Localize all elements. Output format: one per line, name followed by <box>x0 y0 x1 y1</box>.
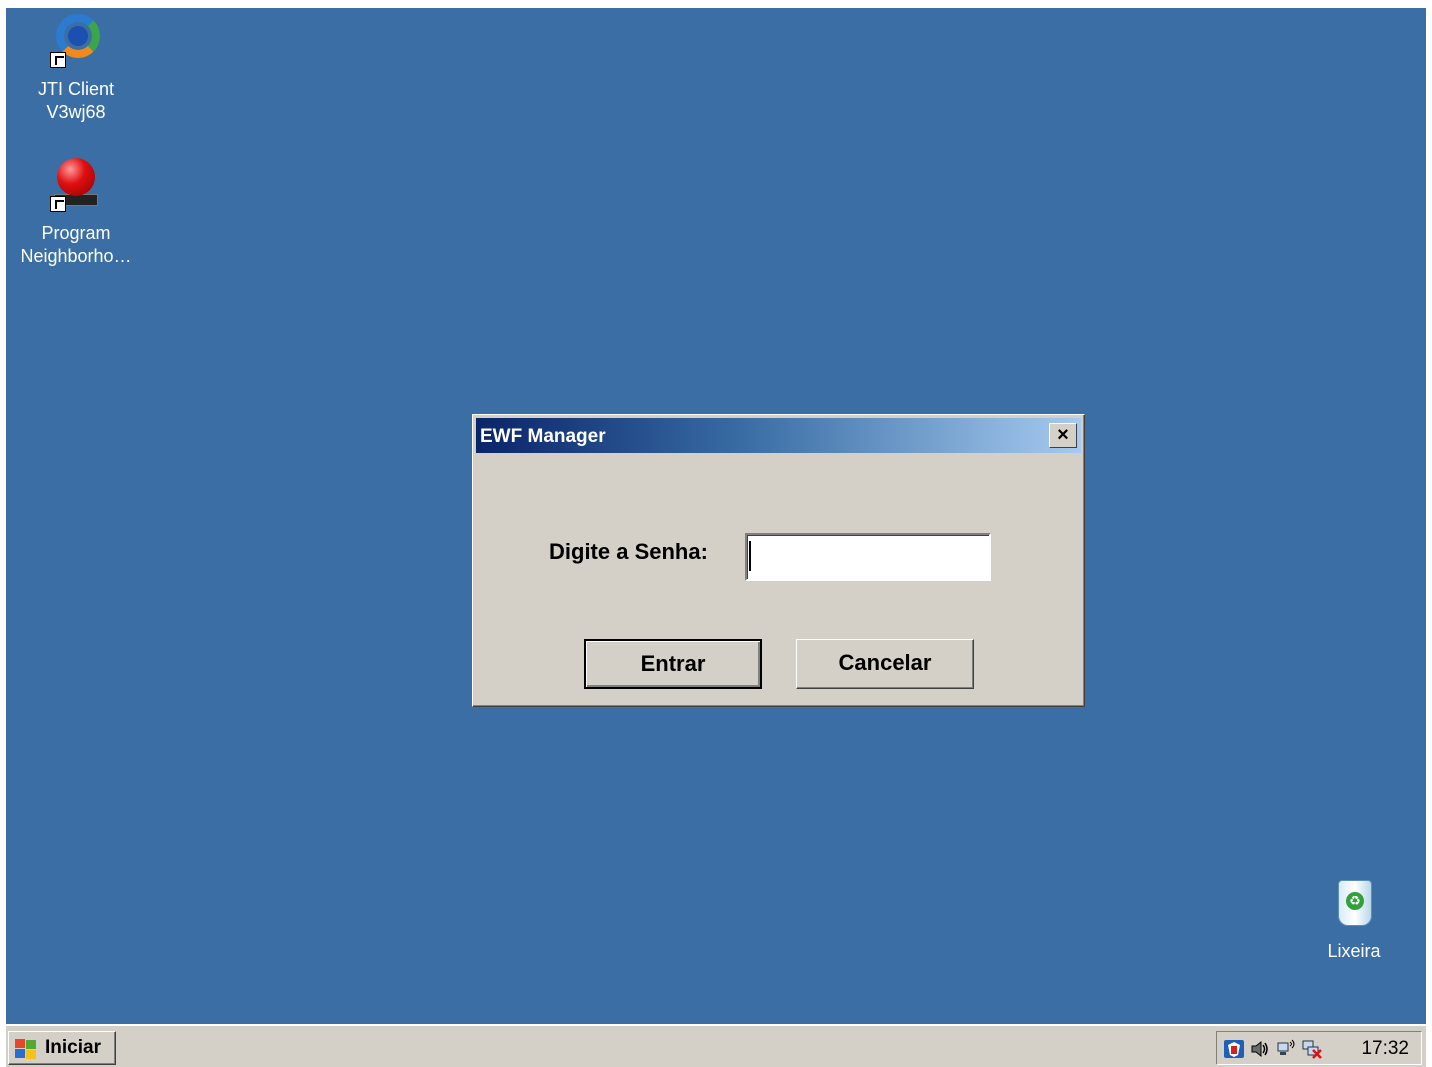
shield-icon[interactable] <box>1223 1038 1245 1060</box>
dialog-title: EWF Manager <box>480 426 606 447</box>
desktop-icon-label: JTI Client <box>37 79 115 99</box>
desktop-icon-label: V3wj68 <box>46 102 106 122</box>
start-button[interactable]: Iniciar <box>8 1031 116 1065</box>
close-icon: × <box>1057 424 1069 446</box>
password-input[interactable] <box>745 533 991 581</box>
desktop-icon-label: Neighborho… <box>20 246 132 266</box>
shortcut-arrow-icon <box>50 52 66 68</box>
jti-client-icon <box>48 12 104 72</box>
desktop-icon-label: Program <box>41 223 111 243</box>
program-neighborhood-icon <box>48 156 104 216</box>
cancel-button[interactable]: Cancelar <box>796 639 974 689</box>
desktop-icon-program-neighborhood[interactable]: Program Neighborho… <box>6 156 146 268</box>
text-caret <box>749 541 751 571</box>
clock[interactable]: 17:32 <box>1361 1038 1409 1060</box>
enter-button[interactable]: Entrar <box>584 639 762 689</box>
windows-logo-icon <box>15 1039 37 1059</box>
recycle-bin-icon: ♻ <box>1326 874 1382 934</box>
volume-icon[interactable] <box>1249 1038 1271 1060</box>
desktop-icon-recycle-bin[interactable]: ♻ Lixeira <box>1284 874 1424 963</box>
desktop-icon-label: Lixeira <box>1327 941 1381 961</box>
password-label: Digite a Senha: <box>549 539 708 564</box>
dialog-titlebar[interactable]: EWF Manager × <box>476 418 1081 453</box>
desktop-icon-jti-client[interactable]: JTI Client V3wj68 <box>6 12 146 124</box>
shortcut-arrow-icon <box>50 196 66 212</box>
ewf-manager-dialog: EWF Manager × Digite a Senha: Entrar Can… <box>472 414 1085 707</box>
close-button[interactable]: × <box>1049 423 1077 448</box>
start-label: Iniciar <box>45 1037 101 1058</box>
disconnected-network-icon[interactable] <box>1301 1038 1323 1060</box>
network-icon[interactable] <box>1275 1038 1297 1060</box>
taskbar: Iniciar 17:32 <box>6 1024 1426 1067</box>
system-tray: 17:32 <box>1216 1031 1422 1065</box>
